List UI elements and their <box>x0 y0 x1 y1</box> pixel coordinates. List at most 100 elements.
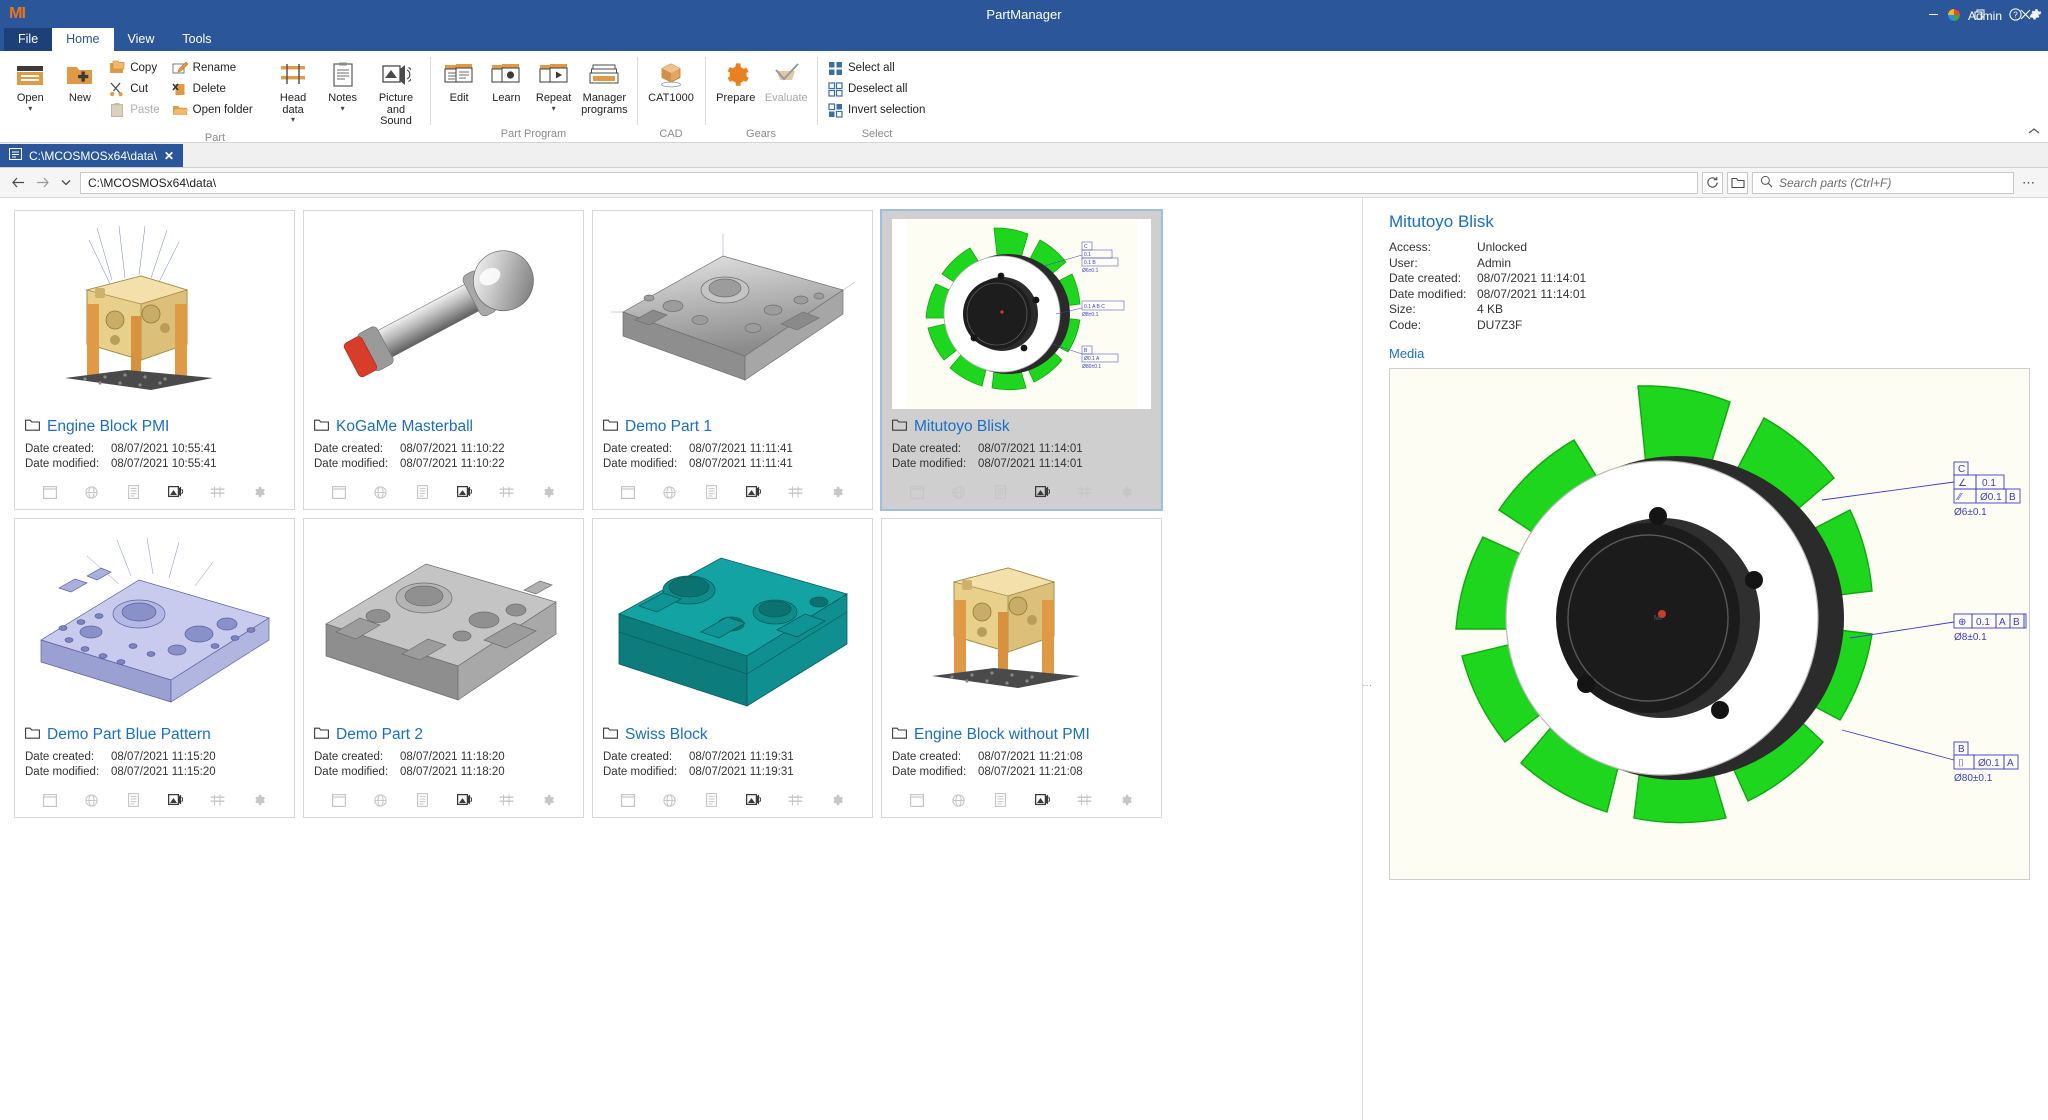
deselect-all-button[interactable]: Deselect all <box>823 79 932 99</box>
window-icon[interactable] <box>328 483 350 501</box>
part-card-mitutoyo-blisk[interactable]: C 0.1 0.1 B Ø6±0.1 0.1 A B C Ø8±0.1 B Ø0.1 AØ… <box>880 209 1163 511</box>
cad-model-icon[interactable] <box>370 483 392 501</box>
restore-icon[interactable] <box>1956 0 2002 28</box>
part-card-swiss-block[interactable]: Swiss Block Date created: 08/07/2021 11:1… <box>592 518 873 818</box>
window-icon[interactable] <box>617 791 639 809</box>
document-tab[interactable]: C:\MCOSMOSx64\data\ ✕ <box>0 144 184 167</box>
ribbon-tab-view[interactable]: View <box>114 28 169 51</box>
picture-sound-card-icon[interactable] <box>164 791 186 809</box>
notes-button[interactable]: Notes ▾ <box>318 54 367 120</box>
picture-and-sound-button[interactable]: Picture and Sound <box>368 54 424 131</box>
close-icon[interactable]: ✕ <box>164 150 174 162</box>
invert-selection-button[interactable]: Invert selection <box>823 100 932 120</box>
edit-program-button[interactable]: Edit <box>436 54 482 120</box>
part-card-name[interactable]: Engine Block without PMI <box>914 726 1090 744</box>
part-card-kogame-masterball[interactable]: KoGaMe Masterball Date created: 08/07/202… <box>303 210 584 510</box>
refresh-icon[interactable] <box>1702 171 1723 194</box>
gear-card-icon[interactable] <box>1115 791 1137 809</box>
part-card-name[interactable]: Engine Block PMI <box>47 418 169 436</box>
part-card-name[interactable]: Swiss Block <box>625 726 708 744</box>
pane-splitter[interactable]: ⋮ <box>1363 198 1373 1120</box>
cad-model-icon[interactable] <box>81 791 103 809</box>
new-button[interactable]: New <box>56 54 105 120</box>
picture-sound-card-icon[interactable] <box>453 483 475 501</box>
forward-button[interactable] <box>32 172 52 194</box>
cat1000-button[interactable]: CAT1000 <box>643 54 699 120</box>
cad-model-icon[interactable] <box>948 791 970 809</box>
ribbon-tab-home[interactable]: Home <box>52 28 114 51</box>
report-icon[interactable] <box>701 483 723 501</box>
head-data-card-icon[interactable] <box>495 791 517 809</box>
delete-button[interactable]: Delete <box>168 79 260 99</box>
part-card-demo-part-blue-pattern[interactable]: Demo Part Blue Pattern Date created: 08/0… <box>14 518 295 818</box>
select-all-button[interactable]: Select all <box>823 58 932 78</box>
window-icon[interactable] <box>39 791 61 809</box>
gear-card-icon[interactable] <box>826 791 848 809</box>
part-card-name[interactable]: Demo Part 2 <box>336 726 423 744</box>
overflow-menu-button[interactable]: ⋯ <box>2018 175 2040 191</box>
address-input[interactable]: C:\MCOSMOSx64\data\ <box>80 171 1698 194</box>
picture-sound-card-icon[interactable] <box>742 483 764 501</box>
ribbon-tab-tools[interactable]: Tools <box>168 28 225 51</box>
head-data-card-icon[interactable] <box>784 791 806 809</box>
head-data-button[interactable]: Head data ▾ <box>269 54 318 126</box>
learn-program-button[interactable]: Learn <box>483 54 529 120</box>
manager-programs-button[interactable]: Manager programs <box>578 54 631 120</box>
gear-card-icon[interactable] <box>248 791 270 809</box>
repeat-caret-icon[interactable]: ▾ <box>552 104 556 112</box>
window-icon[interactable] <box>906 791 928 809</box>
window-icon[interactable] <box>906 483 928 501</box>
cad-model-icon[interactable] <box>948 483 970 501</box>
cad-model-icon[interactable] <box>659 791 681 809</box>
part-card-name[interactable]: KoGaMe Masterball <box>336 418 473 436</box>
part-card-name[interactable]: Mitutoyo Blisk <box>914 418 1010 436</box>
paste-button[interactable]: Paste <box>105 100 166 120</box>
part-card-engine-block-pmi[interactable]: Engine Block PMI Date created: 08/07/2021… <box>14 210 295 510</box>
picture-sound-card-icon[interactable] <box>453 791 475 809</box>
prepare-gear-button[interactable]: Prepare <box>711 54 761 120</box>
gear-card-icon[interactable] <box>248 483 270 501</box>
head-data-card-icon[interactable] <box>206 791 228 809</box>
open-button-caret-icon[interactable]: ▾ <box>28 104 32 112</box>
copy-button[interactable]: Copy <box>105 58 166 78</box>
window-icon[interactable] <box>39 483 61 501</box>
head-data-card-icon[interactable] <box>495 483 517 501</box>
gear-card-icon[interactable] <box>537 483 559 501</box>
gear-card-icon[interactable] <box>537 791 559 809</box>
evaluate-gear-button[interactable]: Evaluate <box>762 54 812 120</box>
minimize-icon[interactable] <box>1910 0 1956 28</box>
head-data-card-icon[interactable] <box>206 483 228 501</box>
picture-sound-card-icon[interactable] <box>742 791 764 809</box>
browse-folder-icon[interactable] <box>1727 171 1748 194</box>
cad-model-icon[interactable] <box>81 483 103 501</box>
report-icon[interactable] <box>123 791 145 809</box>
detail-media-preview[interactable]: MI C ∠ 0.1 ⁄⁄ Ø0.1 B Ø6±0.1 ⊕ 0.1 A B Ø8… <box>1389 368 2030 880</box>
gear-card-icon[interactable] <box>1115 483 1137 501</box>
part-card-demo-part-1[interactable]: Demo Part 1 Date created: 08/07/2021 11:1… <box>592 210 873 510</box>
head-data-card-icon[interactable] <box>1073 791 1095 809</box>
picture-sound-card-icon[interactable] <box>1031 483 1053 501</box>
repeat-program-button[interactable]: Repeat ▾ <box>531 54 577 120</box>
open-folder-button[interactable]: Open folder <box>168 100 260 120</box>
ribbon-tab-file[interactable]: File <box>4 28 53 51</box>
head-data-caret-icon[interactable]: ▾ <box>291 116 295 124</box>
window-icon[interactable] <box>617 483 639 501</box>
report-icon[interactable] <box>990 483 1012 501</box>
cut-button[interactable]: Cut <box>105 79 166 99</box>
report-icon[interactable] <box>412 791 434 809</box>
picture-sound-card-icon[interactable] <box>1031 791 1053 809</box>
history-dropdown-button[interactable] <box>56 172 76 194</box>
head-data-card-icon[interactable] <box>1073 483 1095 501</box>
search-input[interactable]: Search parts (Ctrl+F) <box>1752 171 2014 194</box>
open-button[interactable]: Open ▾ <box>6 54 55 120</box>
report-icon[interactable] <box>123 483 145 501</box>
part-card-engine-block-without-pmi[interactable]: Engine Block without PMI Date created: 08… <box>881 518 1162 818</box>
window-icon[interactable] <box>328 791 350 809</box>
notes-caret-icon[interactable]: ▾ <box>341 104 345 112</box>
part-card-name[interactable]: Demo Part Blue Pattern <box>47 726 211 744</box>
head-data-card-icon[interactable] <box>784 483 806 501</box>
cad-model-icon[interactable] <box>659 483 681 501</box>
cad-model-icon[interactable] <box>370 791 392 809</box>
back-button[interactable] <box>8 172 28 194</box>
close-icon[interactable] <box>2002 0 2048 28</box>
